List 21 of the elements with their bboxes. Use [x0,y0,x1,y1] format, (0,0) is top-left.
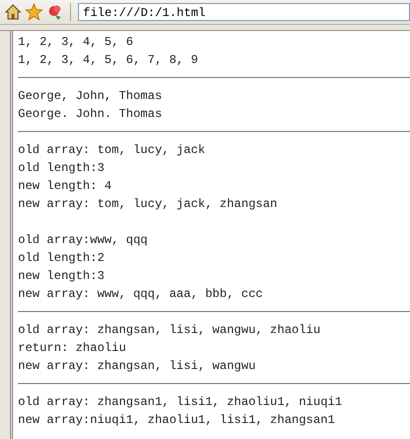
output-line: old array:www, qqq [18,232,149,249]
output-line: new array: zhangsan, lisi, wangwu [18,358,257,375]
output-line: old array: zhangsan1, lisi1, zhaoliu1, niuqi1 [18,394,344,411]
output-line: new array: www, qqq, aaa, bbb, ccc [18,286,264,303]
output-line: 1, 2, 3, 4, 5, 6, 7, 8, 9 [18,52,200,69]
output-line: new array:niuqi1, zhaoliu1, lisi1, zhangsan1 [18,412,336,429]
output-line: new length: 4 [18,178,113,195]
output-line: old length:3 [18,160,106,177]
flower-icon[interactable] [46,3,64,21]
output-line: George. John. Thomas [18,106,164,123]
output-line: old length:2 [18,250,106,267]
output-line: old array: tom, lucy, jack [18,142,206,159]
output-line: 1, 2, 3, 4, 5, 6 [18,34,134,51]
output-line: return: zhaoliu [18,340,128,357]
output-line: old array: zhangsan, lisi, wangwu, zhaoliu [18,322,322,339]
output-line: George, John, Thomas [18,88,164,105]
address-field[interactable]: file:///D:/1.html [78,3,410,21]
home-icon[interactable] [4,3,22,21]
output-line: new array: tom, lucy, jack, zhangsan [18,196,278,213]
star-icon[interactable] [25,3,43,21]
output-line: new length:3 [18,268,106,285]
